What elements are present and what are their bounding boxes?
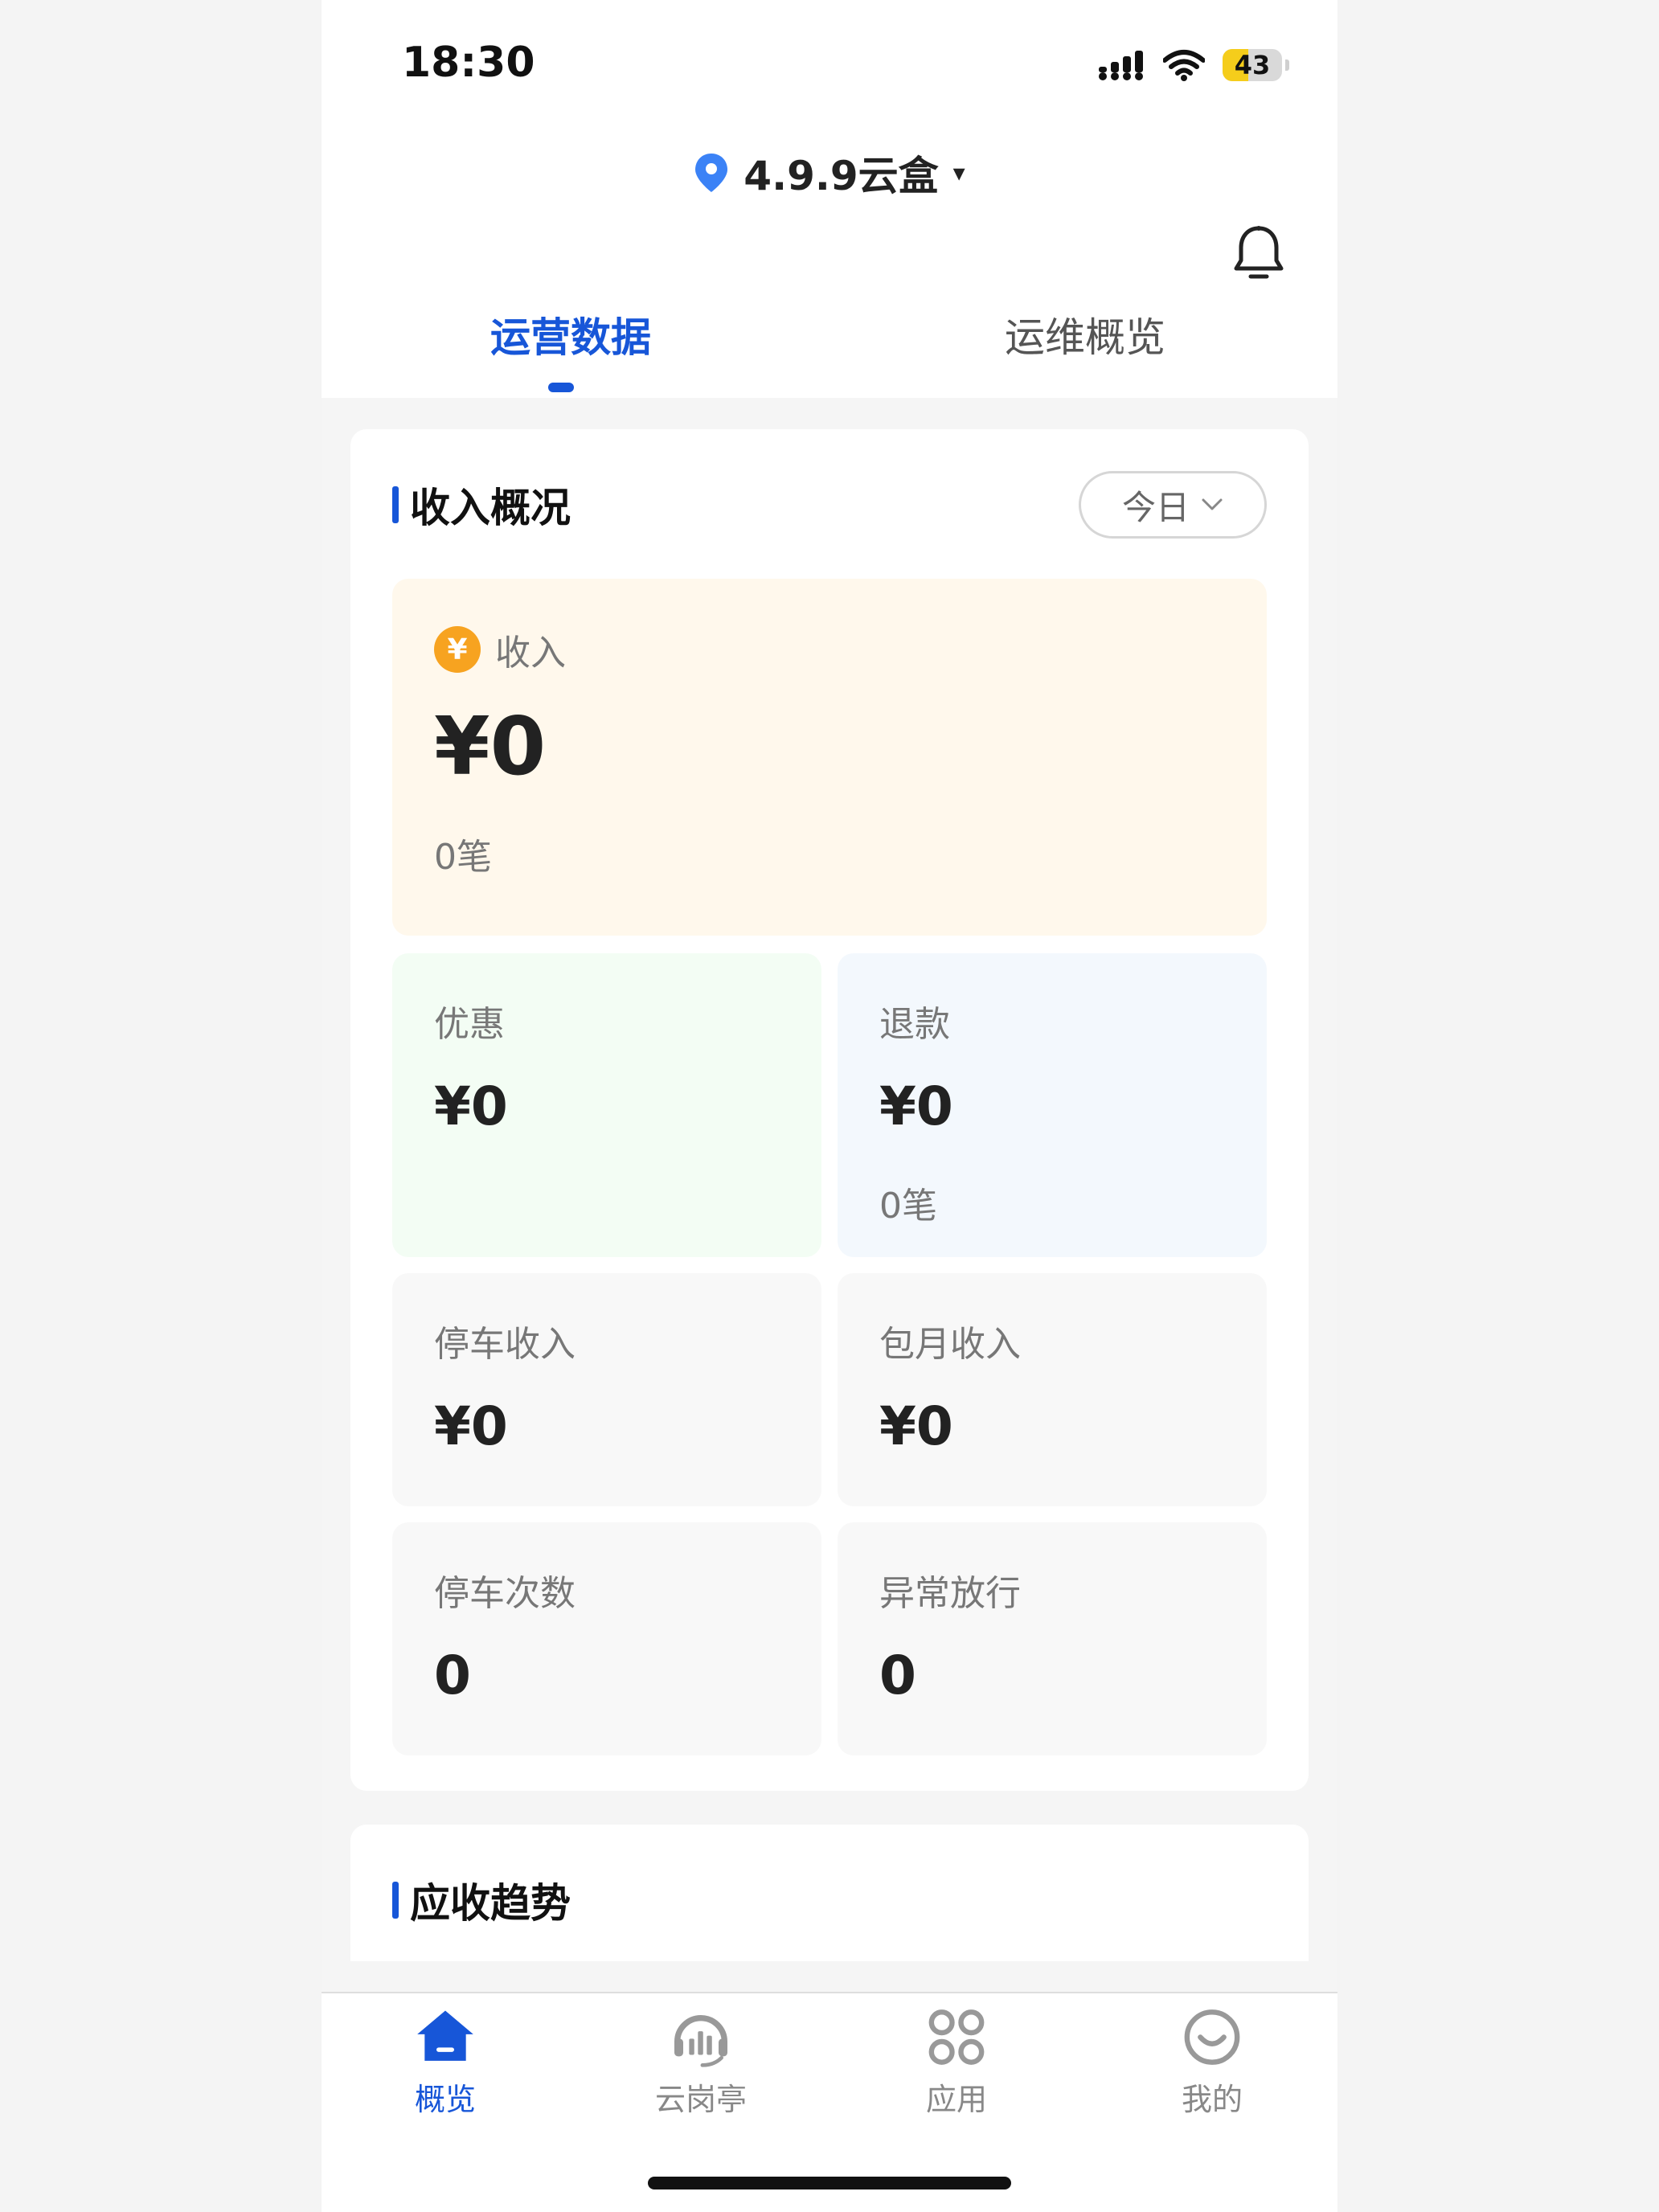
receivable-trend-card: 应收趋势 [350, 1825, 1309, 1961]
home-icon [417, 2010, 473, 2061]
location-pin-icon [695, 154, 728, 192]
refund-label: 退款 [879, 1004, 950, 1045]
discount-label: 优惠 [434, 1004, 505, 1045]
nav-item-overview[interactable]: 概览 [365, 2006, 526, 2119]
status-time: 18:30 [402, 39, 535, 87]
bell-icon[interactable] [1230, 223, 1288, 285]
location-selector[interactable]: 4.9.9云盒 ▾ [322, 145, 1337, 201]
yen-icon: ¥ [434, 626, 481, 673]
home-indicator [648, 2177, 1011, 2189]
nav-item-cloud-booth[interactable]: 云岗亭 [621, 2006, 781, 2119]
abnormal-release-value: 0 [879, 1645, 916, 1706]
chevron-down-icon [1202, 498, 1223, 510]
abnormal-release-tile[interactable]: 异常放行 0 [838, 1522, 1267, 1755]
battery-tip [1285, 59, 1289, 71]
trend-section-title-text: 应收趋势 [410, 1880, 571, 1927]
section-accent-bar [392, 486, 399, 523]
location-dropdown-icon: ▾ [952, 158, 965, 187]
header: 18:30 43 4.9.9云盒 ▾ 运营数据 运维概览 [322, 0, 1337, 398]
active-tab-indicator [548, 383, 574, 392]
smile-icon [1184, 2009, 1240, 2065]
phone-screen: 18:30 43 4.9.9云盒 ▾ 运营数据 运维概览 收入概况 今日 ¥ 收… [322, 0, 1337, 2212]
abnormal-release-label: 异常放行 [879, 1573, 1021, 1614]
tab-maintenance-overview[interactable]: 运维概览 [924, 305, 1246, 363]
refund-count: 0笔 [879, 1186, 937, 1227]
income-overview-card: 收入概况 今日 ¥ 收入 ¥0 0笔 优惠 ¥0 退款 ¥0 0笔 停车收入 ¥… [350, 429, 1309, 1791]
parking-income-tile[interactable]: 停车收入 ¥0 [392, 1273, 821, 1506]
nav-label-cloud-booth: 云岗亭 [654, 2082, 747, 2117]
wifi-icon [1163, 50, 1205, 81]
parking-count-tile[interactable]: 停车次数 0 [392, 1522, 821, 1755]
period-value: 今日 [1121, 487, 1190, 527]
income-label-row: ¥ 收入 [434, 624, 566, 675]
refund-value: ¥0 [879, 1075, 953, 1137]
monthly-income-tile[interactable]: 包月收入 ¥0 [838, 1273, 1267, 1506]
apps-grid-icon [928, 2009, 985, 2065]
monthly-income-label: 包月收入 [879, 1324, 1021, 1365]
income-section-title: 收入概况 [392, 479, 571, 531]
signal-icon [1099, 51, 1143, 80]
nav-item-mine[interactable]: 我的 [1132, 2006, 1292, 2119]
parking-count-label: 停车次数 [434, 1573, 576, 1614]
tab-operation-data[interactable]: 运营数据 [410, 305, 731, 363]
discount-tile[interactable]: 优惠 ¥0 [392, 953, 821, 1257]
monthly-income-value: ¥0 [879, 1395, 953, 1457]
status-icons: 43 [1099, 43, 1289, 87]
parking-income-label: 停车收入 [434, 1324, 576, 1365]
income-value: ¥0 [434, 699, 547, 793]
trend-section-title: 应收趋势 [392, 1874, 571, 1927]
income-tile[interactable]: ¥ 收入 ¥0 0笔 [392, 579, 1267, 936]
battery-level: 43 [1234, 50, 1271, 80]
nav-item-apps[interactable]: 应用 [876, 2006, 1037, 2119]
refund-tile[interactable]: 退款 ¥0 0笔 [838, 953, 1267, 1257]
location-name: 4.9.9云盒 [743, 153, 939, 199]
income-section-title-text: 收入概况 [410, 485, 571, 531]
parking-count-value: 0 [434, 1645, 471, 1706]
top-tabs: 运营数据 运维概览 [322, 305, 1337, 394]
income-count: 0笔 [434, 837, 492, 878]
discount-value: ¥0 [434, 1075, 508, 1137]
income-label: 收入 [495, 633, 566, 674]
section-accent-bar [392, 1882, 399, 1919]
nav-label-overview: 概览 [414, 2082, 476, 2117]
nav-label-mine: 我的 [1181, 2082, 1243, 2117]
nav-label-apps: 应用 [925, 2082, 987, 2117]
headset-chart-icon [674, 2015, 727, 2067]
parking-income-value: ¥0 [434, 1395, 508, 1457]
battery-icon: 43 [1223, 49, 1282, 81]
period-dropdown[interactable]: 今日 [1079, 471, 1267, 539]
